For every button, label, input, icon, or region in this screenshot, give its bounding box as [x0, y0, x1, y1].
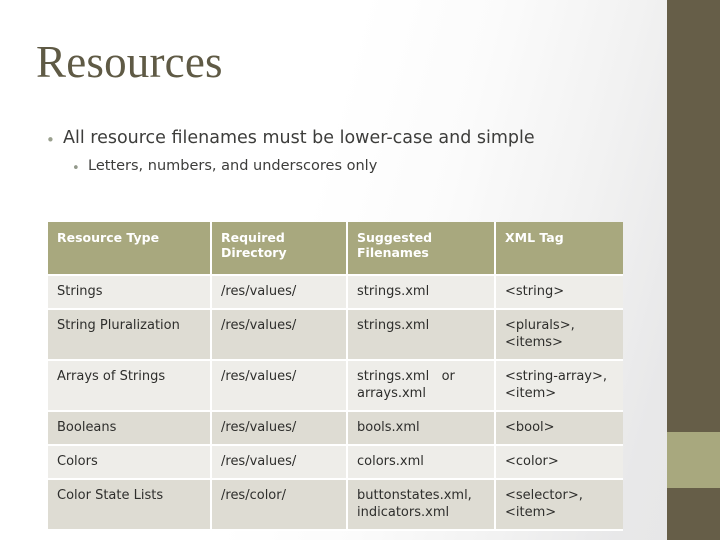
- column-header-line: Required: [221, 230, 285, 245]
- cell-line: String Pluralization: [57, 318, 180, 333]
- cell-line: /res/values/: [221, 284, 297, 299]
- cell-line: indicators.xml: [357, 505, 450, 520]
- cell-line: <item>: [505, 505, 557, 520]
- resource-table: Resource Type Required Directory Suggeste…: [48, 222, 623, 531]
- table-row: Arrays of Strings/res/values/strings.xml…: [48, 361, 623, 412]
- column-header-line: XML Tag: [505, 230, 564, 245]
- cell-resource-type: Booleans: [48, 412, 212, 446]
- bullet-item-level1: • All resource filenames must be lower-c…: [46, 128, 626, 148]
- table-row: Colors/res/values/colors.xml <color>: [48, 446, 623, 480]
- bullet-text: All resource filenames must be lower-cas…: [63, 128, 535, 148]
- cell-line: <string-array>,: [505, 369, 608, 384]
- cell-line: arrays.xml: [357, 386, 426, 401]
- cell-suggested-filenames: bools.xml: [348, 412, 496, 446]
- cell-line: /res/values/: [221, 318, 297, 333]
- cell-line: <items>: [505, 335, 563, 350]
- table-header-row: Resource Type Required Directory Suggeste…: [48, 222, 623, 276]
- cell-resource-type: String Pluralization: [48, 310, 212, 361]
- cell-line: Colors: [57, 454, 98, 469]
- cell-line: <plurals>,: [505, 318, 575, 333]
- cell-line: /res/values/: [221, 420, 297, 435]
- cell-line: <selector>,: [505, 488, 583, 503]
- cell-xml-tag: <plurals>, <items>: [496, 310, 623, 361]
- cell-xml-tag: <selector>, <item>: [496, 480, 623, 531]
- right-accent-band-bottom: [667, 488, 720, 540]
- cell-required-directory: /res/values/: [212, 361, 348, 412]
- cell-line: /res/color/: [221, 488, 286, 503]
- column-header-line: Directory: [221, 245, 287, 260]
- cell-line: strings.xml: [357, 318, 430, 333]
- cell-line: <string>: [505, 284, 565, 299]
- cell-suggested-filenames: strings.xml or arrays.xml: [348, 361, 496, 412]
- cell-line: <item>: [505, 386, 557, 401]
- cell-resource-type: Arrays of Strings: [48, 361, 212, 412]
- table-header: Resource Type Required Directory Suggeste…: [48, 222, 623, 276]
- column-header-resource-type: Resource Type: [48, 222, 212, 276]
- cell-line: Arrays of Strings: [57, 369, 166, 384]
- cell-required-directory: /res/values/: [212, 446, 348, 480]
- cell-suggested-filenames: strings.xml: [348, 310, 496, 361]
- cell-line: Strings: [57, 284, 103, 299]
- table-row: Color State Lists/res/color/buttonstates…: [48, 480, 623, 531]
- table-row: String Pluralization/res/values/strings.…: [48, 310, 623, 361]
- right-accent-band-highlight: [667, 432, 720, 488]
- cell-resource-type: Color State Lists: [48, 480, 212, 531]
- cell-line: <bool>: [505, 420, 555, 435]
- cell-line: strings.xml or: [357, 369, 455, 384]
- column-header-line: Resource Type: [57, 230, 160, 245]
- cell-suggested-filenames: colors.xml: [348, 446, 496, 480]
- cell-required-directory: /res/values/: [212, 412, 348, 446]
- cell-line: Color State Lists: [57, 488, 164, 503]
- cell-line: /res/values/: [221, 454, 297, 469]
- cell-xml-tag: <string-array>, <item>: [496, 361, 623, 412]
- cell-line: buttonstates.xml,: [357, 488, 472, 503]
- cell-xml-tag: <string>: [496, 276, 623, 310]
- cell-resource-type: Strings: [48, 276, 212, 310]
- cell-suggested-filenames: buttonstates.xml, indicators.xml: [348, 480, 496, 531]
- slide-title: Resources: [36, 37, 223, 87]
- table-body: Strings/res/values/strings.xml <string> St…: [48, 276, 623, 531]
- bullet-text: Letters, numbers, and underscores only: [88, 158, 378, 174]
- cell-line: strings.xml: [357, 284, 430, 299]
- cell-line: /res/values/: [221, 369, 297, 384]
- cell-resource-type: Colors: [48, 446, 212, 480]
- table-row: Booleans/res/values/bools.xml <bool>: [48, 412, 623, 446]
- bullet-dot-icon: •: [46, 131, 55, 149]
- cell-required-directory: /res/values/: [212, 276, 348, 310]
- cell-line: Booleans: [57, 420, 117, 435]
- column-header-required-directory: Required Directory: [212, 222, 348, 276]
- resource-table-container: Resource Type Required Directory Suggeste…: [48, 222, 623, 531]
- bullet-dot-icon: •: [72, 161, 80, 176]
- table-row: Strings/res/values/strings.xml <string>: [48, 276, 623, 310]
- cell-line: <color>: [505, 454, 559, 469]
- cell-xml-tag: <color>: [496, 446, 623, 480]
- column-header-line: Suggested: [357, 230, 433, 245]
- cell-suggested-filenames: strings.xml: [348, 276, 496, 310]
- cell-line: colors.xml: [357, 454, 424, 469]
- right-accent-band-top: [667, 0, 720, 432]
- column-header-suggested-filenames: Suggested Filenames: [348, 222, 496, 276]
- column-header-line: Filenames: [357, 245, 429, 260]
- column-header-xml-tag: XML Tag: [496, 222, 623, 276]
- bullet-list: • All resource filenames must be lower-c…: [46, 128, 626, 175]
- cell-required-directory: /res/color/: [212, 480, 348, 531]
- cell-line: bools.xml: [357, 420, 420, 435]
- bullet-item-level2: • Letters, numbers, and underscores only: [72, 157, 626, 175]
- presentation-slide: Resources • All resource filenames must …: [0, 0, 720, 540]
- cell-xml-tag: <bool>: [496, 412, 623, 446]
- cell-required-directory: /res/values/: [212, 310, 348, 361]
